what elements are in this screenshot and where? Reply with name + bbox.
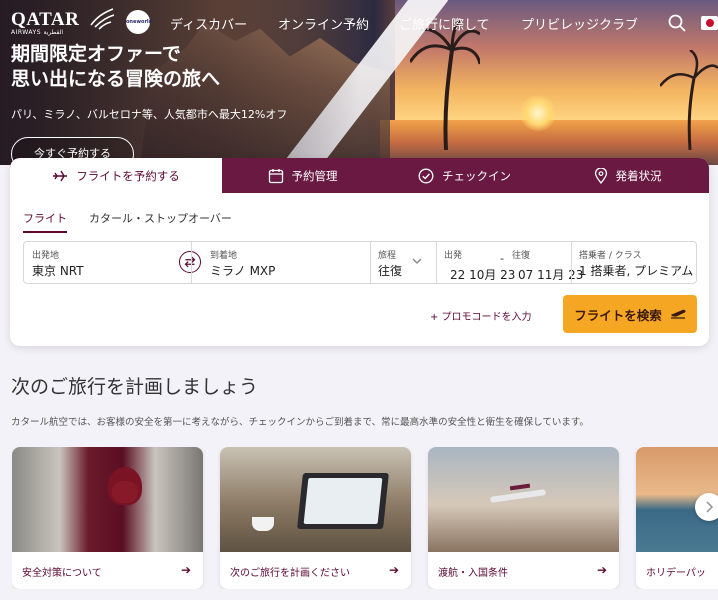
tab-label: 予約管理: [291, 168, 338, 183]
pax-value: 1 搭乗者, プレミアム: [579, 264, 694, 278]
origin-field[interactable]: 出発地 東京 NRT: [24, 242, 191, 283]
pax-label: 搭乗者 / クラス: [579, 251, 642, 261]
subtab-flight[interactable]: フライト: [23, 210, 67, 233]
plane-takeoff-icon: [670, 309, 686, 319]
plane-icon: [53, 170, 68, 181]
tile-caption: ホリデーパッ: [646, 568, 706, 579]
depart-date-field[interactable]: 出発 22 10月 23: [436, 242, 515, 283]
carousel-next-button[interactable]: [695, 493, 718, 521]
language-flag-icon[interactable]: [701, 16, 718, 30]
booking-tabs: フライトを予約する 予約管理 チェックイン 発着状況: [10, 158, 709, 193]
tile-caption: 渡航・入国条件: [438, 568, 508, 579]
subtab-stopover[interactable]: カタール・ストップオーバー: [89, 210, 232, 233]
promo-code-link[interactable]: + プロモコードを入力: [430, 308, 532, 323]
arrow-right-icon: ➔: [596, 563, 607, 577]
destination-label: 到着地: [210, 251, 238, 261]
tab-flight-status[interactable]: 発着状況: [546, 158, 709, 193]
palm-tree-image: [660, 50, 718, 150]
swap-icon[interactable]: [179, 251, 201, 273]
arrow-right-icon: ➔: [180, 563, 191, 577]
tab-label: 発着状況: [615, 168, 662, 183]
origin-label: 出発地: [32, 251, 60, 261]
tab-label: チェックイン: [442, 168, 511, 183]
tab-check-in[interactable]: チェックイン: [383, 158, 546, 193]
tile-plan-trip[interactable]: 次のご旅行を計画ください ➔: [220, 447, 411, 589]
tile-image: [12, 447, 203, 552]
trip-label: 旅程: [378, 251, 397, 261]
hero-sun: [520, 95, 556, 131]
search-icon[interactable]: [668, 14, 686, 32]
tab-book-flight[interactable]: フライトを予約する: [10, 158, 222, 193]
booking-subtabs: フライト カタール・ストップオーバー: [23, 210, 232, 233]
origin-value: 東京 NRT: [32, 264, 84, 278]
arrow-right-icon: ➔: [388, 563, 399, 577]
top-navigation: QATAR AIRWAYS القطرية oneworld ディスカバー オン…: [0, 0, 718, 44]
info-tiles: 安全対策について ➔ 次のご旅行を計画ください ➔ 渡航・入国条件 ➔ ホリデー…: [12, 447, 718, 589]
search-fields: 出発地 東京 NRT 到着地 ミラノ MXP 旅程 往復 出発 22 10月 2…: [23, 241, 697, 284]
hero-title: 期間限定オファーで 思い出になる冒険の旅へ: [11, 43, 221, 90]
tile-caption: 安全対策について: [22, 568, 102, 579]
nav-discover[interactable]: ディスカバー: [170, 14, 247, 33]
tile-entry-requirements[interactable]: 渡航・入国条件 ➔: [428, 447, 619, 589]
booking-widget: フライトを予約する 予約管理 チェックイン 発着状況 フライト カタール・ストッ…: [10, 158, 709, 346]
chevron-down-icon: [412, 258, 422, 264]
tab-manage-booking[interactable]: 予約管理: [222, 158, 383, 193]
destination-field[interactable]: 到着地 ミラノ MXP: [202, 242, 370, 283]
return-label: 往復: [512, 251, 531, 261]
nav-travel-info[interactable]: ご旅行に際して: [399, 14, 490, 33]
tile-caption: 次のご旅行を計画ください: [230, 568, 350, 579]
trip-type-select[interactable]: 旅程 往復: [370, 242, 436, 283]
location-pin-icon: [594, 167, 607, 184]
tile-image: [220, 447, 411, 552]
return-date-field[interactable]: 往復 07 11月 23: [504, 242, 583, 283]
search-flights-button[interactable]: フライトを検索: [563, 295, 697, 333]
logo-wordmark: QATAR: [11, 9, 80, 30]
search-flights-label: フライトを検索: [574, 307, 662, 323]
trip-value: 往復: [378, 264, 403, 278]
destination-value: ミラノ MXP: [210, 264, 276, 278]
tile-image: [428, 447, 619, 552]
section-title: 次のご旅行を計画しましょう: [11, 376, 259, 398]
oneworld-logo[interactable]: oneworld: [126, 10, 152, 34]
oryx-icon: [90, 8, 115, 30]
nav-privilege-club[interactable]: プリビレッジクラブ: [521, 14, 638, 33]
hero-subtitle: パリ、ミラノ、バルセロナ等、人気都市へ最大12%オフ: [11, 108, 288, 121]
qatar-airways-logo[interactable]: QATAR AIRWAYS القطرية: [11, 8, 115, 36]
nav-online-booking[interactable]: オンライン予約: [278, 14, 369, 33]
tile-safety[interactable]: 安全対策について ➔: [12, 447, 203, 589]
check-circle-icon: [418, 168, 434, 183]
depart-label: 出発: [444, 251, 463, 261]
tab-label: フライトを予約する: [76, 168, 180, 183]
field-divider: [191, 242, 192, 283]
calendar-icon: [268, 168, 283, 183]
section-description: カタール航空では、お客様の安全を第一に考えながら、チェックインからご到着まで、常…: [11, 417, 589, 428]
passenger-class-field[interactable]: 搭乗者 / クラス 1 搭乗者, プレミアム: [571, 242, 697, 283]
